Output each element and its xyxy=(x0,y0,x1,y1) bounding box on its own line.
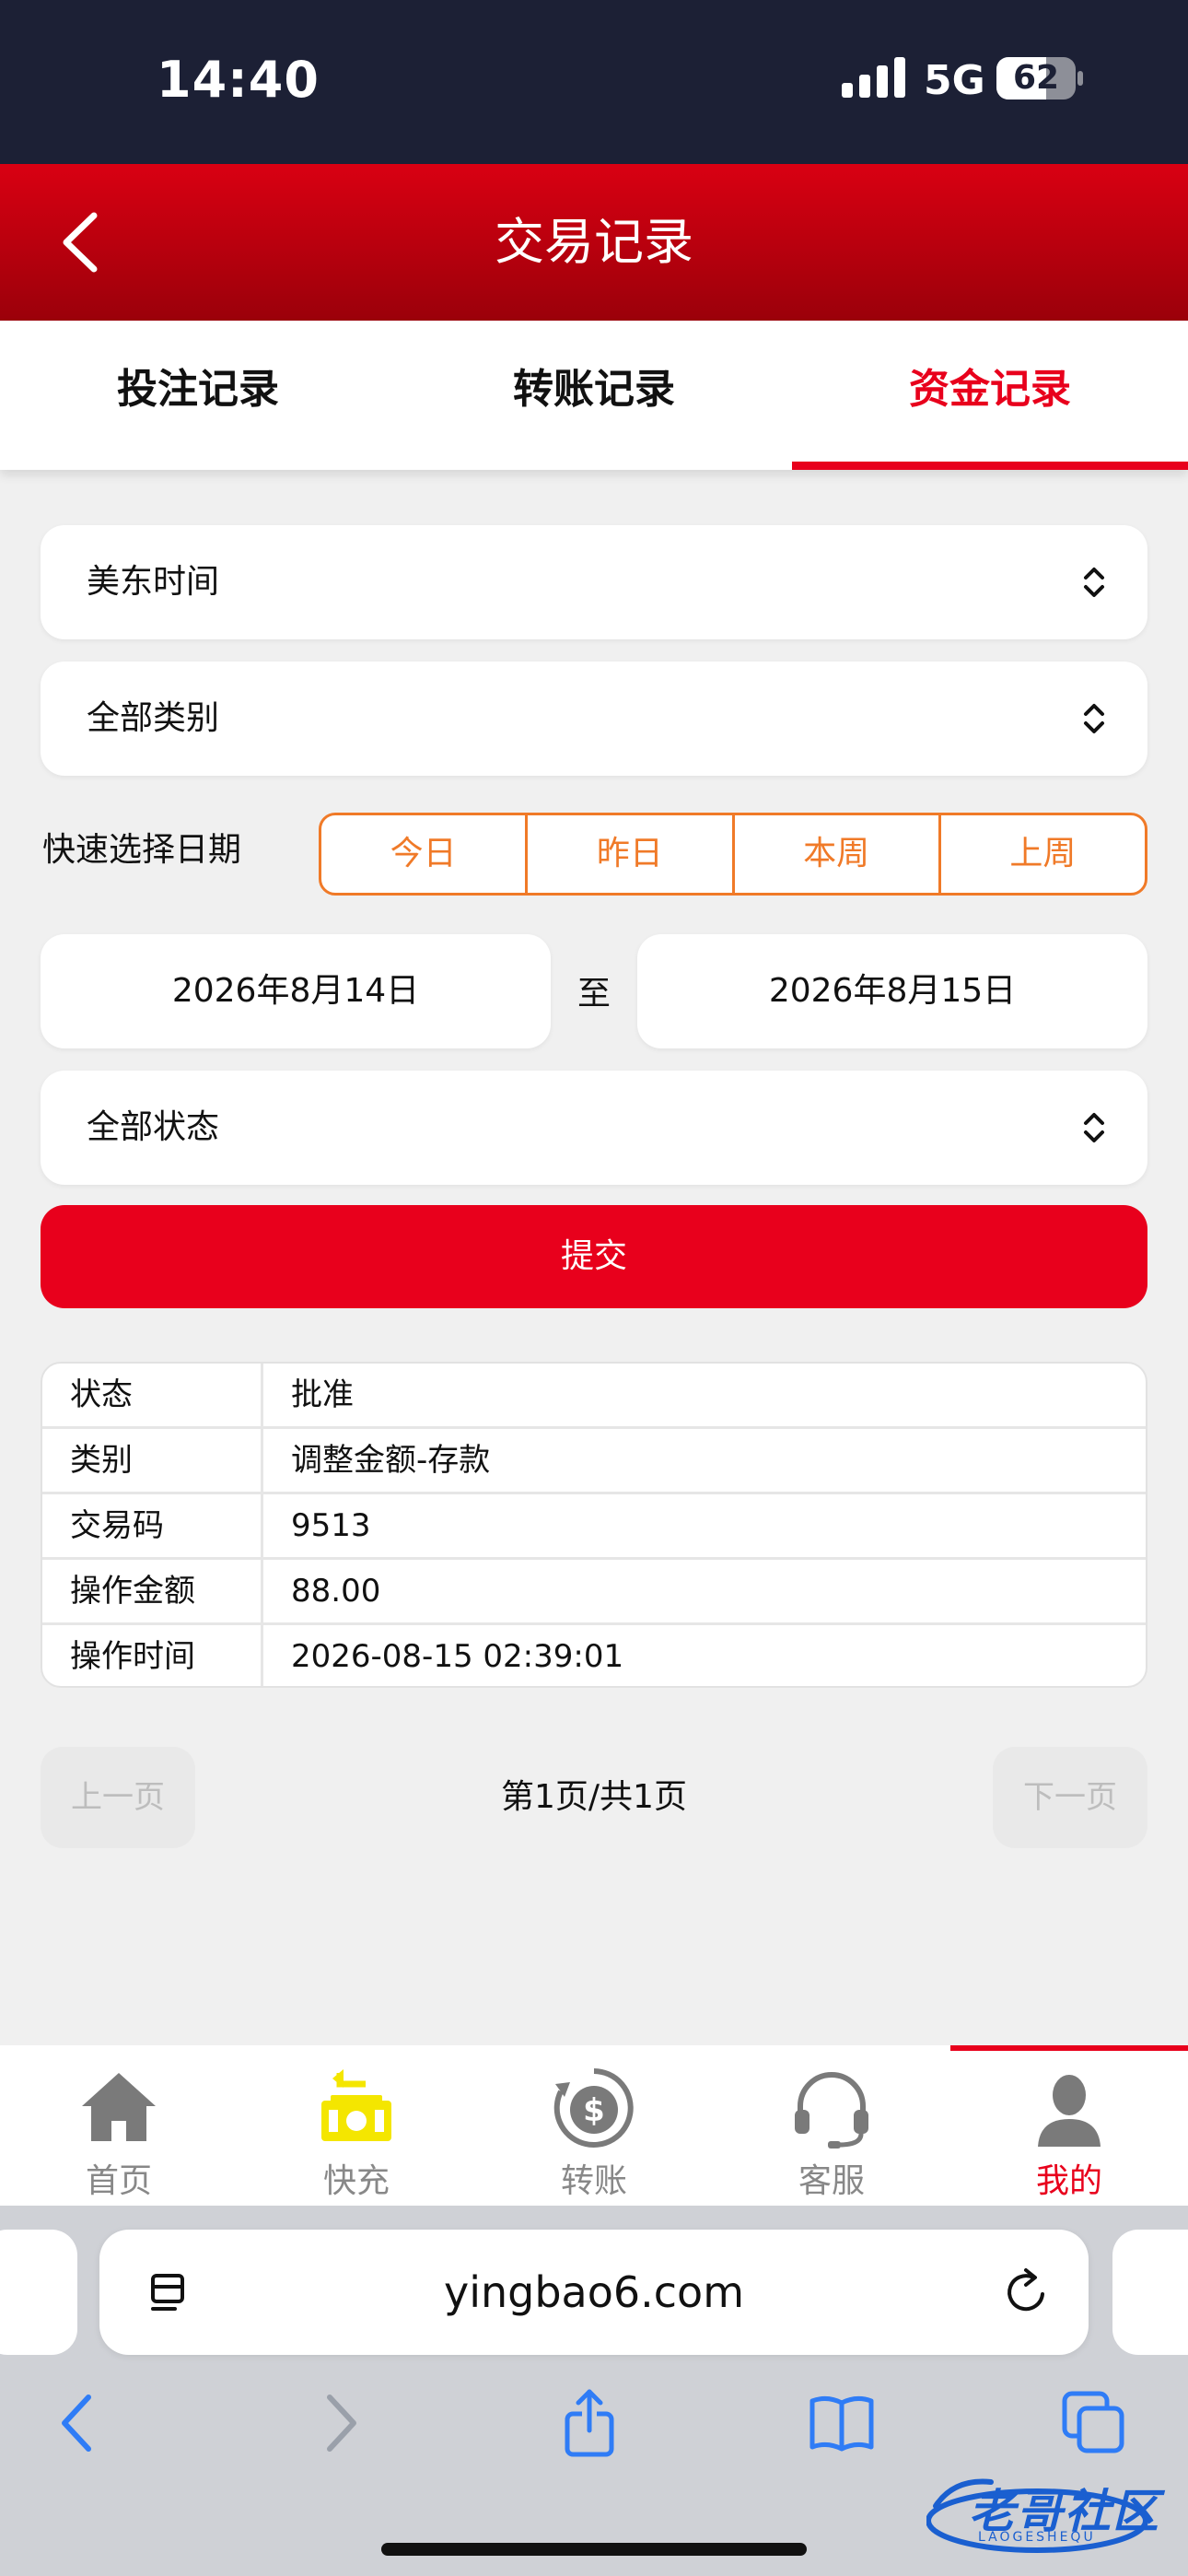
tab-fund-records[interactable]: 资金记录 xyxy=(792,321,1188,470)
table-row: 操作金额 88.00 xyxy=(42,1560,1146,1625)
nav-item-mine[interactable]: 我的 xyxy=(950,2045,1188,2206)
table-row: 交易码 9513 xyxy=(42,1494,1146,1560)
address-bar[interactable]: yingbao6.com xyxy=(99,2230,1089,2355)
status-select[interactable]: 全部状态 xyxy=(41,1071,1147,1185)
status-bar: 14:40 5G 62 xyxy=(0,0,1188,164)
up-down-chevron-icon xyxy=(1084,568,1104,597)
page-indicator: 第1页/共1页 xyxy=(501,1778,687,1816)
nav-item-home[interactable]: 首页 xyxy=(0,2045,238,2206)
tab-bet-records[interactable]: 投注记录 xyxy=(0,321,396,470)
quick-date-last-week[interactable]: 上周 xyxy=(941,815,1145,893)
table-row: 状态 批准 xyxy=(42,1364,1146,1429)
status-time: 14:40 xyxy=(157,51,320,109)
nav-label: 客服 xyxy=(798,2162,865,2200)
nav-item-quick-charge[interactable]: 快充 xyxy=(238,2045,475,2206)
headset-icon xyxy=(795,2072,868,2149)
quick-date-yesterday[interactable]: 昨日 xyxy=(528,815,735,893)
timezone-select[interactable]: 美东时间 xyxy=(41,525,1147,639)
browser-back-icon[interactable] xyxy=(42,2386,116,2460)
nav-label: 首页 xyxy=(85,2162,152,2200)
record-key: 状态 xyxy=(42,1364,263,1426)
quick-date-label: 快速选择日期 xyxy=(42,831,242,869)
reload-icon[interactable] xyxy=(1000,2266,1052,2318)
tab-transfer-records[interactable]: 转账记录 xyxy=(396,321,792,470)
home-icon xyxy=(82,2073,156,2141)
date-from-field[interactable]: 2026年8月14日 xyxy=(41,934,551,1048)
nav-item-support[interactable]: 客服 xyxy=(713,2045,950,2206)
home-indicator[interactable] xyxy=(381,2543,807,2556)
record-key: 类别 xyxy=(42,1429,263,1492)
timezone-value: 美东时间 xyxy=(87,563,220,601)
url-text: yingbao6.com xyxy=(443,2267,745,2317)
watermark-subtext: LAOGESHEQU xyxy=(978,2530,1096,2545)
nav-label: 快充 xyxy=(322,2162,390,2200)
battery-level: 62 xyxy=(1012,59,1060,97)
record-value: 9513 xyxy=(291,1507,371,1544)
record-key: 操作时间 xyxy=(42,1625,263,1686)
nav-label: 我的 xyxy=(1035,2162,1102,2200)
page-title: 交易记录 xyxy=(495,213,693,271)
quick-date-options: 今日 昨日 本周 上周 xyxy=(319,813,1147,896)
signal-icon xyxy=(842,57,905,98)
transfer-icon: $ xyxy=(553,2068,634,2148)
bookmarks-icon[interactable] xyxy=(805,2386,879,2460)
record-key: 操作金额 xyxy=(42,1560,263,1622)
table-row: 类别 调整金额-存款 xyxy=(42,1429,1146,1494)
record-value: 88.00 xyxy=(291,1573,381,1610)
quick-date-this-week[interactable]: 本周 xyxy=(735,815,941,893)
previous-tab-preview[interactable] xyxy=(0,2230,77,2355)
fund-record-table: 状态 批准 类别 调整金额-存款 交易码 9513 操作金额 88.00 操作时… xyxy=(41,1362,1147,1688)
next-page-button[interactable]: 下一页 xyxy=(993,1747,1147,1848)
quick-date-today[interactable]: 今日 xyxy=(321,815,529,893)
browser-chrome: yingbao6.com 老哥社区 LAOGESHEQU xyxy=(0,2206,1188,2576)
network-type: 5G xyxy=(924,57,985,104)
svg-text:$: $ xyxy=(583,2092,605,2129)
record-value: 调整金额-存款 xyxy=(291,1442,491,1479)
next-tab-preview[interactable] xyxy=(1112,2230,1188,2355)
tabs-overview-icon[interactable] xyxy=(1057,2386,1131,2460)
record-value: 批准 xyxy=(291,1376,354,1413)
share-icon[interactable] xyxy=(553,2386,626,2460)
category-select[interactable]: 全部类别 xyxy=(41,662,1147,776)
app-header: 交易记录 xyxy=(0,164,1188,321)
user-icon xyxy=(1038,2075,1101,2147)
nav-label: 转账 xyxy=(560,2162,627,2200)
nav-item-transfer[interactable]: $ 转账 xyxy=(475,2045,713,2206)
record-key: 交易码 xyxy=(42,1494,263,1557)
browser-forward-icon[interactable] xyxy=(302,2386,376,2460)
submit-button[interactable]: 提交 xyxy=(41,1205,1147,1308)
record-tabs: 投注记录 转账记录 资金记录 xyxy=(0,321,1188,470)
back-arrow-icon[interactable] xyxy=(46,201,129,284)
bottom-nav: 首页 快充 $ 转账 客服 我的 xyxy=(0,2045,1188,2206)
record-value: 2026-08-15 02:39:01 xyxy=(291,1638,624,1675)
date-range-separator: 至 xyxy=(577,975,611,1013)
date-to-field[interactable]: 2026年8月15日 xyxy=(637,934,1147,1048)
up-down-chevron-icon xyxy=(1084,704,1104,733)
up-down-chevron-icon xyxy=(1084,1113,1104,1142)
quick-charge-icon xyxy=(321,2069,391,2141)
prev-page-button[interactable]: 上一页 xyxy=(41,1747,195,1848)
status-value: 全部状态 xyxy=(87,1108,220,1146)
category-value: 全部类别 xyxy=(87,699,220,737)
table-row: 操作时间 2026-08-15 02:39:01 xyxy=(42,1625,1146,1686)
